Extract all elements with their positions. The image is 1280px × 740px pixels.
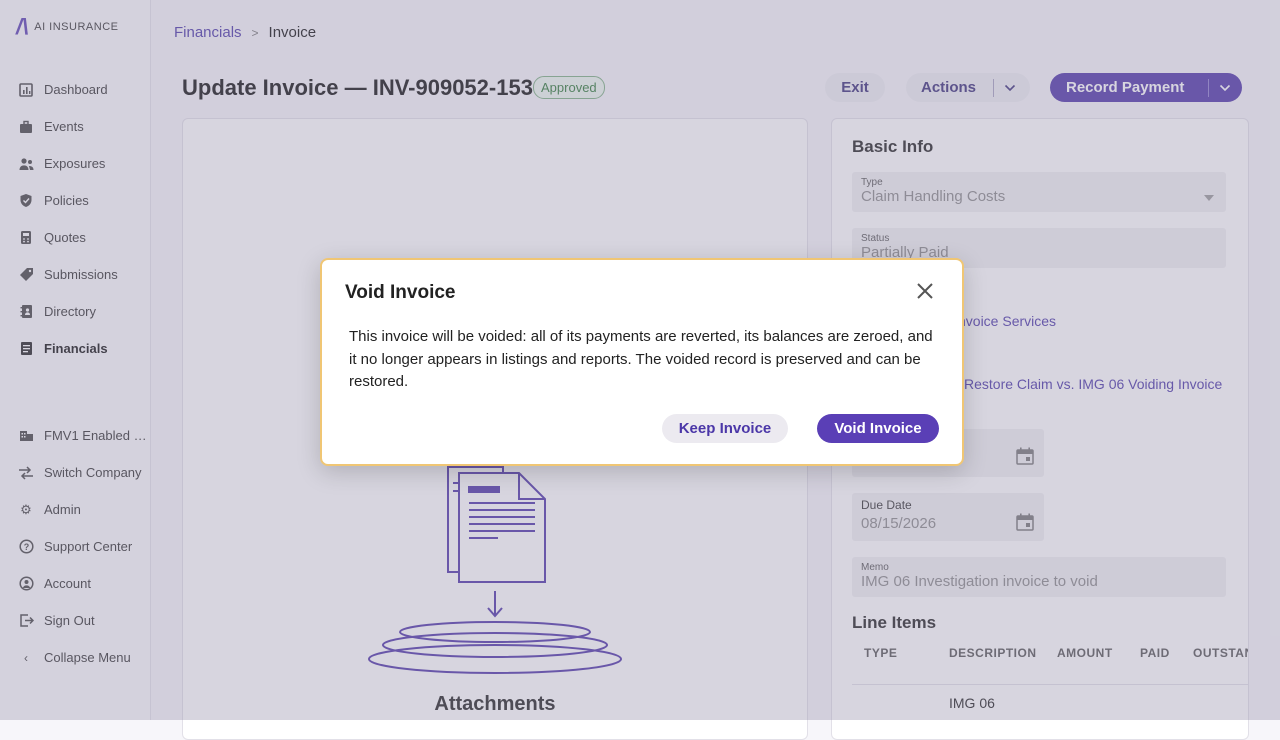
dialog-title: Void Invoice [345, 282, 456, 303]
void-invoice-dialog: Void Invoice This invoice will be voided… [320, 258, 964, 466]
dialog-message: This invoice will be voided: all of its … [349, 328, 933, 390]
keep-invoice-button[interactable]: Keep Invoice [662, 414, 788, 443]
void-invoice-button[interactable]: Void Invoice [817, 414, 939, 443]
close-icon[interactable] [916, 280, 934, 306]
